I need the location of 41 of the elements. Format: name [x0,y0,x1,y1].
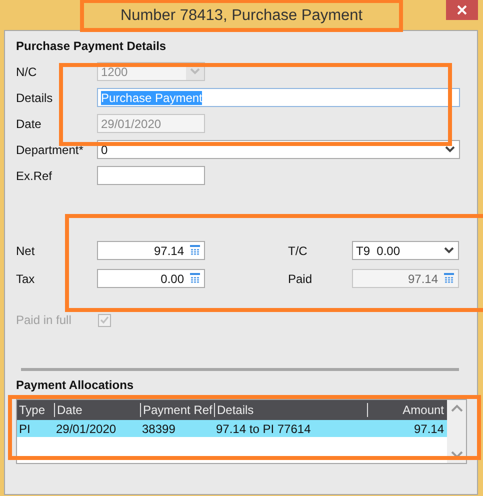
field-label: Details [16,90,54,104]
field-label: Department* [16,142,84,156]
scroll-down-icon [450,451,462,459]
table-cell-text: 97.14 to PI 77614 [215,422,312,436]
calculator-icon [190,245,200,256]
table-cell-text: PI [18,422,32,436]
calculator-icon [190,273,200,284]
caret-icon [190,68,200,75]
amount-field: 97.14 [352,269,459,288]
section-heading: Payment Allocations [16,378,135,392]
close-icon [457,5,467,15]
scroll-up-icon [450,404,462,412]
field-label: Tax [16,272,36,286]
field-label: N/C [16,64,38,78]
column-header[interactable]: Details [214,403,367,417]
dropdown-field[interactable]: T9 0.00 [352,241,459,260]
column-header[interactable]: Date [54,403,140,417]
field-label: T/C [287,244,308,258]
checkmark-icon [100,316,109,324]
input-field: 29/01/2020 [97,114,205,133]
column-header[interactable]: Payment Ref [140,403,214,417]
amount-field[interactable]: 97.14 [97,241,205,260]
table-row[interactable]: PI 29/01/2020 38399 97.14 to PI 77614 97.14 [17,420,447,437]
column-header[interactable]: Type [17,403,54,417]
scrollbar[interactable] [447,400,466,463]
input-field[interactable] [97,166,205,185]
field-label: Paid [287,272,314,286]
close-button[interactable] [446,0,478,20]
table-cell-text: 38399 [141,422,176,436]
table-cell-text: 97.14 [412,422,445,436]
calculator-icon [444,273,454,284]
field-label: Ex.Ref [16,168,54,182]
table-cell-text: 29/01/2020 [55,422,118,436]
amount-field[interactable]: 0.00 [97,269,205,288]
section-heading: Purchase Payment Details [16,39,168,53]
checkbox-label: Paid in full [16,313,72,327]
field-label: Net [16,244,36,258]
caret-icon [445,146,455,153]
field-label: Date [16,116,42,130]
caret-icon [444,247,454,254]
window-title: Number 78413, Purchase Payment [120,6,363,25]
